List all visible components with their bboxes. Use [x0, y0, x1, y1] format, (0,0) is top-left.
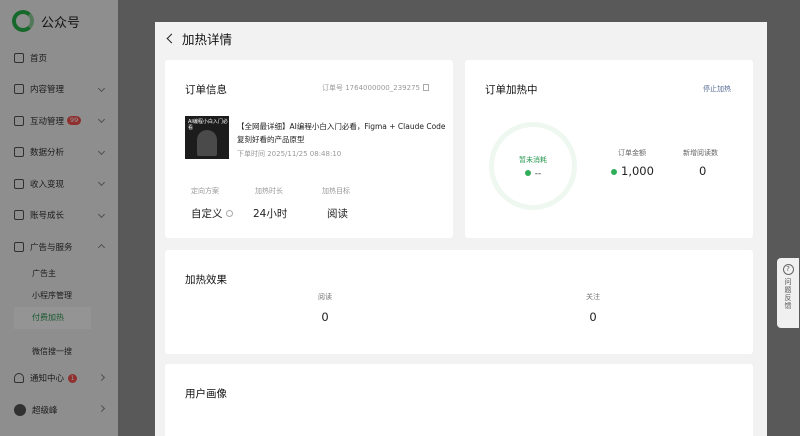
order-info-title: 订单信息	[185, 84, 227, 96]
order-id-text: 订单号 1764000000_239275	[322, 84, 420, 92]
order-amount-label: 订单金额	[618, 149, 646, 157]
feedback-label: 问题反馈	[784, 278, 792, 310]
spend-value-text: --	[534, 169, 542, 179]
duration-label: 加热时长	[255, 187, 283, 195]
boost-status-card: 订单加热中 停止加热 暂未消耗 -- 订单金额 1,000 新增阅读数 0	[465, 60, 753, 238]
user-persona-card: 用户画像	[165, 364, 753, 436]
new-reads-value: 0	[699, 164, 707, 178]
boost-detail-panel: 加热详情 订单信息 订单号 1764000000_239275 AI编程小白入门…	[155, 22, 767, 436]
spend-ring: 暂未消耗 --	[489, 122, 577, 210]
follows-label: 关注	[586, 293, 600, 301]
boost-status-title: 订单加热中	[485, 84, 538, 96]
question-icon: ?	[782, 264, 794, 275]
article-title[interactable]: 【全网最详细】AI编程小白入门必看，Figma + Claude Code复刻好…	[237, 120, 447, 146]
order-time: 下单时间 2025/11/25 08:48:10	[237, 150, 342, 158]
boost-effect-title: 加热效果	[185, 274, 227, 286]
panel-header: 加热详情	[155, 22, 767, 54]
follows-value: 0	[589, 310, 597, 324]
feedback-tab[interactable]: ? 问题反馈	[777, 258, 799, 328]
copy-icon[interactable]	[422, 84, 429, 91]
order-id: 订单号 1764000000_239275	[322, 83, 429, 93]
targeting-label: 定向方案	[191, 187, 219, 195]
info-icon[interactable]	[225, 210, 233, 217]
reads-label: 阅读	[318, 293, 332, 301]
goal-value: 阅读	[327, 208, 348, 220]
duration-value: 24小时	[253, 208, 288, 220]
article-thumbnail: AI编程小白入门必看	[185, 116, 229, 159]
user-persona-title: 用户画像	[185, 388, 227, 400]
order-info-card: 订单信息 订单号 1764000000_239275 AI编程小白入门必看 【全…	[165, 60, 453, 238]
coin-icon	[524, 170, 531, 176]
goal-label: 加热目标	[322, 187, 350, 195]
person-figure-icon	[197, 130, 217, 156]
coin-icon	[611, 169, 617, 175]
targeting-value-text: 自定义	[191, 208, 223, 220]
back-chevron-icon[interactable]	[166, 33, 177, 43]
boost-effect-card: 加热效果 阅读 0 关注 0	[165, 250, 753, 354]
targeting-value: 自定义	[191, 206, 233, 221]
order-amount-text: 1,000	[621, 164, 654, 178]
order-amount-value: 1,000	[611, 164, 654, 178]
stop-boost-link[interactable]: 停止加热	[703, 84, 731, 94]
reads-value: 0	[321, 310, 329, 324]
spend-label: 暂未消耗	[519, 156, 547, 164]
new-reads-label: 新增阅读数	[683, 149, 718, 157]
page-title: 加热详情	[182, 31, 233, 47]
spend-value: --	[494, 169, 572, 179]
